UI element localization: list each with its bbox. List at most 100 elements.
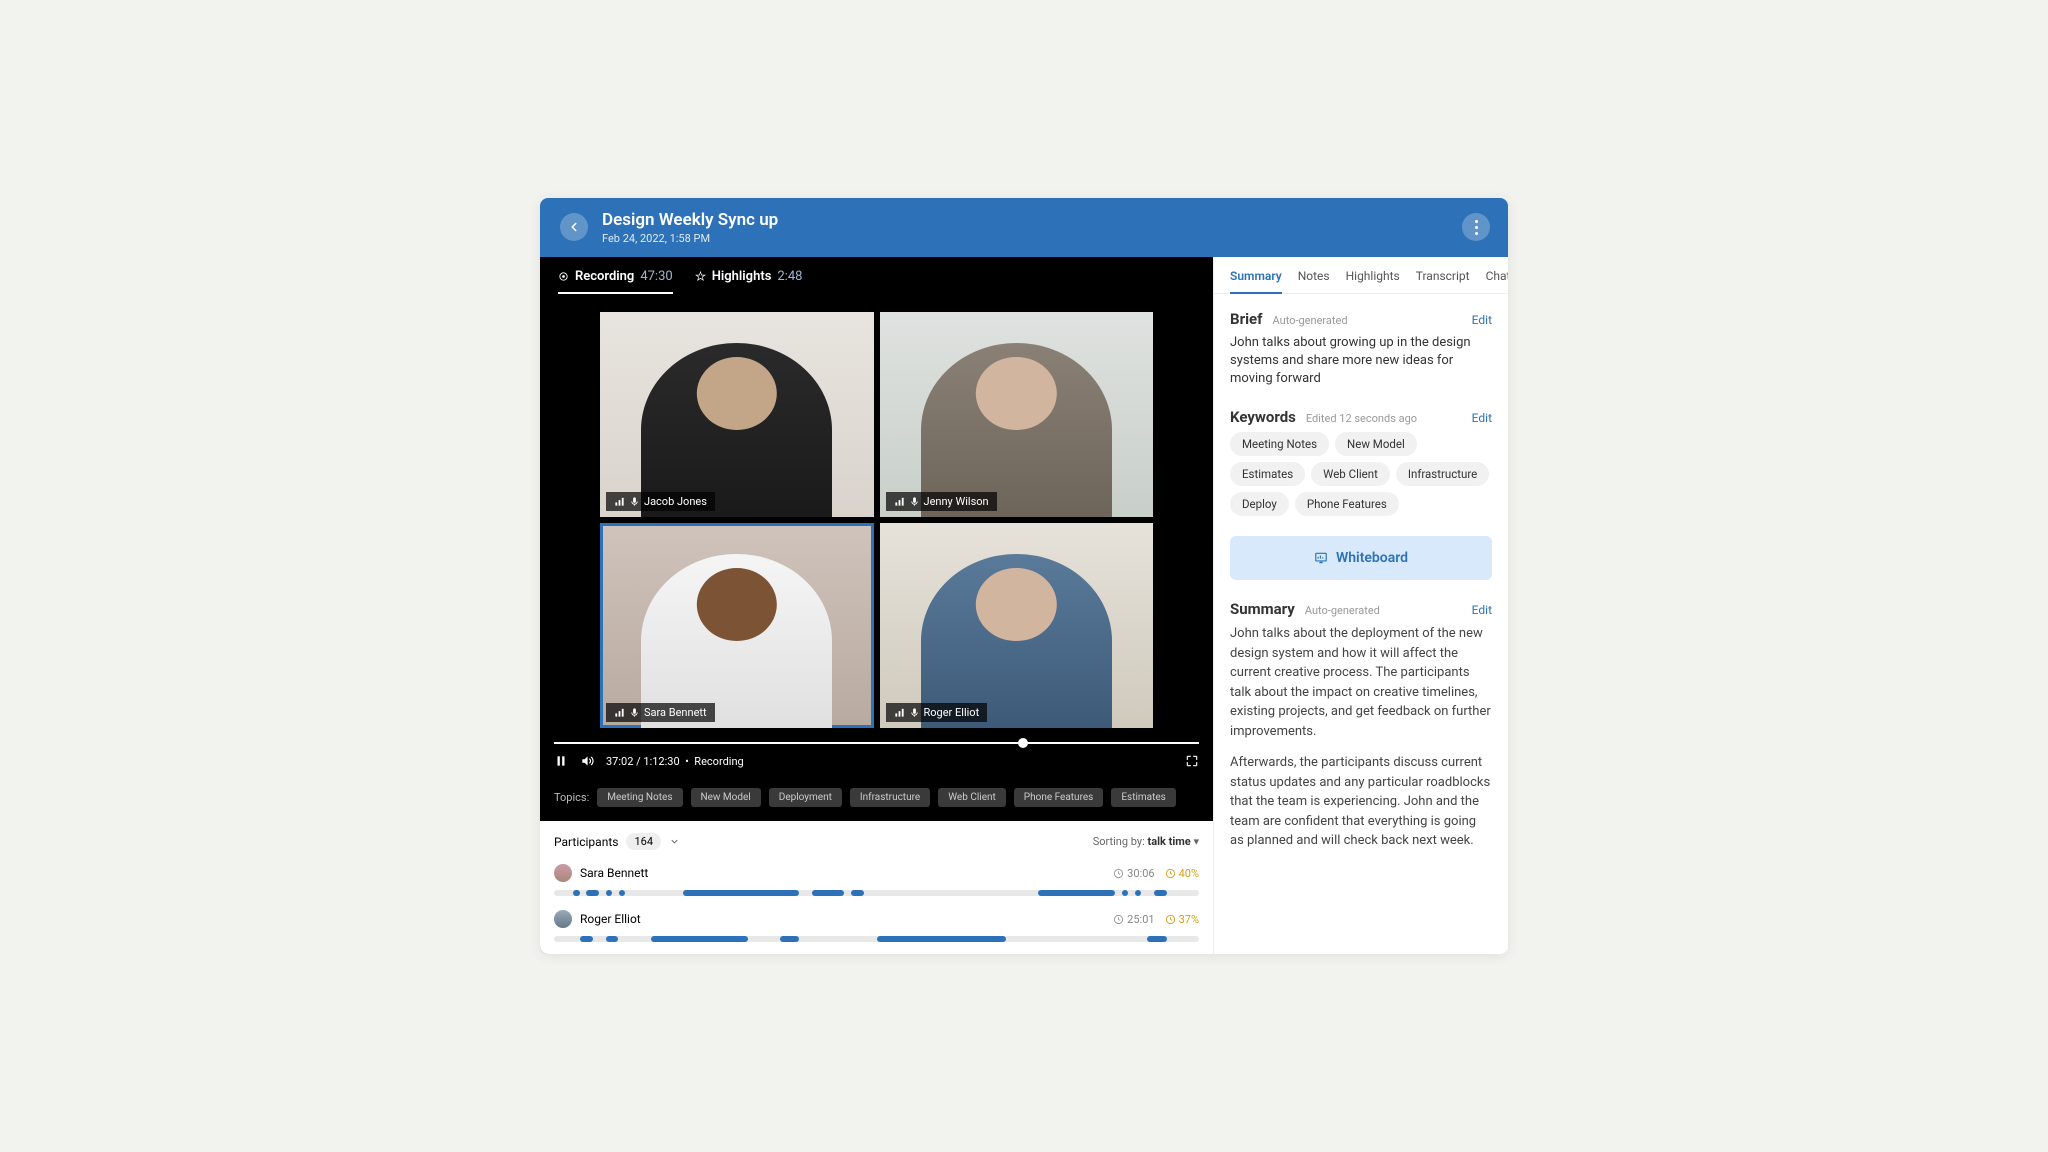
whiteboard-label: Whiteboard: [1336, 550, 1408, 566]
side-tabs: Summary Notes Highlights Transcript Chat: [1214, 257, 1508, 294]
video-tile[interactable]: Roger Elliot: [880, 523, 1154, 728]
more-menu-button[interactable]: [1462, 213, 1490, 241]
whiteboard-button[interactable]: Whiteboard: [1230, 536, 1492, 580]
keyword-chip[interactable]: Web Client: [1311, 462, 1390, 486]
mic-icon: [909, 707, 920, 718]
summary-edit-link[interactable]: Edit: [1472, 603, 1492, 617]
topic-chip[interactable]: Infrastructure: [850, 788, 930, 807]
recording-tabs: Recording 47:30 Highlights 2:48: [540, 257, 1213, 306]
tile-label: Jacob Jones: [606, 492, 715, 511]
video-tile-active[interactable]: Sara Bennett: [600, 523, 874, 728]
sort-control[interactable]: Sorting by: talk time ▾: [1093, 835, 1199, 848]
participant-row: Sara Bennett 30:06 40%: [554, 864, 1199, 896]
left-panel: Recording 47:30 Highlights 2:48 Jacob Jo…: [540, 257, 1213, 954]
video-tile[interactable]: Jacob Jones: [600, 312, 874, 517]
tab-highlights-label: Highlights: [712, 269, 772, 284]
pause-icon[interactable]: [554, 754, 568, 768]
participant-name: Roger Elliot: [580, 912, 641, 926]
talk-timeline[interactable]: [554, 890, 1199, 896]
participant-row: Roger Elliot 25:01 37%: [554, 910, 1199, 942]
keywords-edit-link[interactable]: Edit: [1472, 411, 1492, 425]
talk-timeline[interactable]: [554, 936, 1199, 942]
right-panel: Summary Notes Highlights Transcript Chat…: [1213, 257, 1508, 954]
summary-section: Summary Auto-generated Edit John talks a…: [1230, 600, 1492, 851]
tile-label: Jenny Wilson: [886, 492, 997, 511]
brief-edit-link[interactable]: Edit: [1472, 313, 1492, 327]
body: Recording 47:30 Highlights 2:48 Jacob Jo…: [540, 257, 1508, 954]
participant-name: Sara Bennett: [580, 866, 648, 880]
participant-duration: 25:01: [1113, 913, 1154, 926]
fullscreen-icon[interactable]: [1185, 754, 1199, 768]
clock-icon: [1113, 868, 1124, 879]
tile-label: Roger Elliot: [886, 703, 988, 722]
keyword-chip[interactable]: Meeting Notes: [1230, 432, 1329, 456]
participant-duration: 30:06: [1113, 867, 1154, 880]
avatar: [554, 910, 572, 928]
tab-highlights-time: 2:48: [777, 269, 802, 284]
back-button[interactable]: [560, 213, 588, 241]
topic-chip[interactable]: Phone Features: [1014, 788, 1104, 807]
summary-p1: John talks about the deployment of the n…: [1230, 624, 1492, 741]
side-body: Brief Auto-generated Edit John talks abo…: [1214, 294, 1508, 887]
tab-recording[interactable]: Recording 47:30: [558, 269, 673, 294]
topics-row: Topics: Meeting Notes New Model Deployme…: [540, 778, 1213, 821]
topic-chip[interactable]: New Model: [691, 788, 761, 807]
topic-chip[interactable]: Deployment: [769, 788, 842, 807]
signal-icon: [894, 496, 905, 507]
keyword-chip[interactable]: New Model: [1335, 432, 1417, 456]
tab-recording-label: Recording: [575, 269, 634, 284]
signal-icon: [614, 707, 625, 718]
participants-label: Participants: [554, 835, 618, 849]
chevron-left-icon: [567, 220, 581, 234]
tile-label: Sara Bennett: [606, 703, 715, 722]
volume-icon[interactable]: [580, 754, 594, 768]
participants-header: Participants 164 Sorting by: talk time ▾: [554, 833, 1199, 850]
tab-chat[interactable]: Chat: [1486, 269, 1508, 293]
participants-panel: Participants 164 Sorting by: talk time ▾…: [540, 821, 1213, 954]
tab-recording-time: 47:30: [640, 269, 672, 284]
keywords-section: Keywords Edited 12 seconds ago Edit Meet…: [1230, 408, 1492, 516]
mic-icon: [629, 496, 640, 507]
mic-icon: [629, 707, 640, 718]
video-tile[interactable]: Jenny Wilson: [880, 312, 1154, 517]
brief-sub: Auto-generated: [1273, 314, 1348, 327]
tile-name: Roger Elliot: [924, 706, 980, 719]
tab-highlights-side[interactable]: Highlights: [1346, 269, 1400, 293]
clock-icon: [1113, 914, 1124, 925]
summary-p2: Afterwards, the participants discuss cur…: [1230, 753, 1492, 851]
participant-percent: 37%: [1165, 913, 1199, 926]
participants-count: 164: [626, 833, 661, 850]
tab-notes[interactable]: Notes: [1298, 269, 1330, 293]
brief-section: Brief Auto-generated Edit John talks abo…: [1230, 310, 1492, 389]
tab-transcript[interactable]: Transcript: [1416, 269, 1470, 293]
tab-highlights[interactable]: Highlights 2:48: [695, 269, 803, 294]
topic-chip[interactable]: Estimates: [1111, 788, 1176, 807]
tile-name: Jacob Jones: [644, 495, 707, 508]
keyword-chip[interactable]: Estimates: [1230, 462, 1305, 486]
tile-name: Jenny Wilson: [924, 495, 989, 508]
brief-text: John talks about growing up in the desig…: [1230, 334, 1492, 389]
header-bar: Design Weekly Sync up Feb 24, 2022, 1:58…: [540, 198, 1508, 257]
playback-time: 37:02 / 1:12:30 • Recording: [606, 755, 744, 768]
keyword-chip[interactable]: Infrastructure: [1396, 462, 1489, 486]
topic-chip[interactable]: Meeting Notes: [597, 788, 682, 807]
keyword-chip[interactable]: Phone Features: [1295, 492, 1399, 516]
clock-icon: [1165, 868, 1176, 879]
keyword-chip[interactable]: Deploy: [1230, 492, 1289, 516]
mic-icon: [909, 496, 920, 507]
avatar: [554, 864, 572, 882]
target-icon: [558, 271, 569, 282]
app-window: Design Weekly Sync up Feb 24, 2022, 1:58…: [540, 198, 1508, 954]
clock-icon: [1165, 914, 1176, 925]
summary-sub: Auto-generated: [1305, 604, 1380, 617]
scrub-bar[interactable]: [540, 734, 1213, 744]
video-grid: Jacob Jones Jenny Wilson: [540, 306, 1213, 734]
playback-controls: 37:02 / 1:12:30 • Recording: [540, 744, 1213, 778]
topic-chip[interactable]: Web Client: [938, 788, 1006, 807]
dots-icon: [1475, 220, 1478, 223]
chevron-down-icon[interactable]: [669, 836, 680, 847]
brief-title: Brief: [1230, 310, 1263, 328]
meeting-title: Design Weekly Sync up: [602, 210, 778, 230]
participant-percent: 40%: [1165, 867, 1199, 880]
tab-summary[interactable]: Summary: [1230, 269, 1282, 293]
